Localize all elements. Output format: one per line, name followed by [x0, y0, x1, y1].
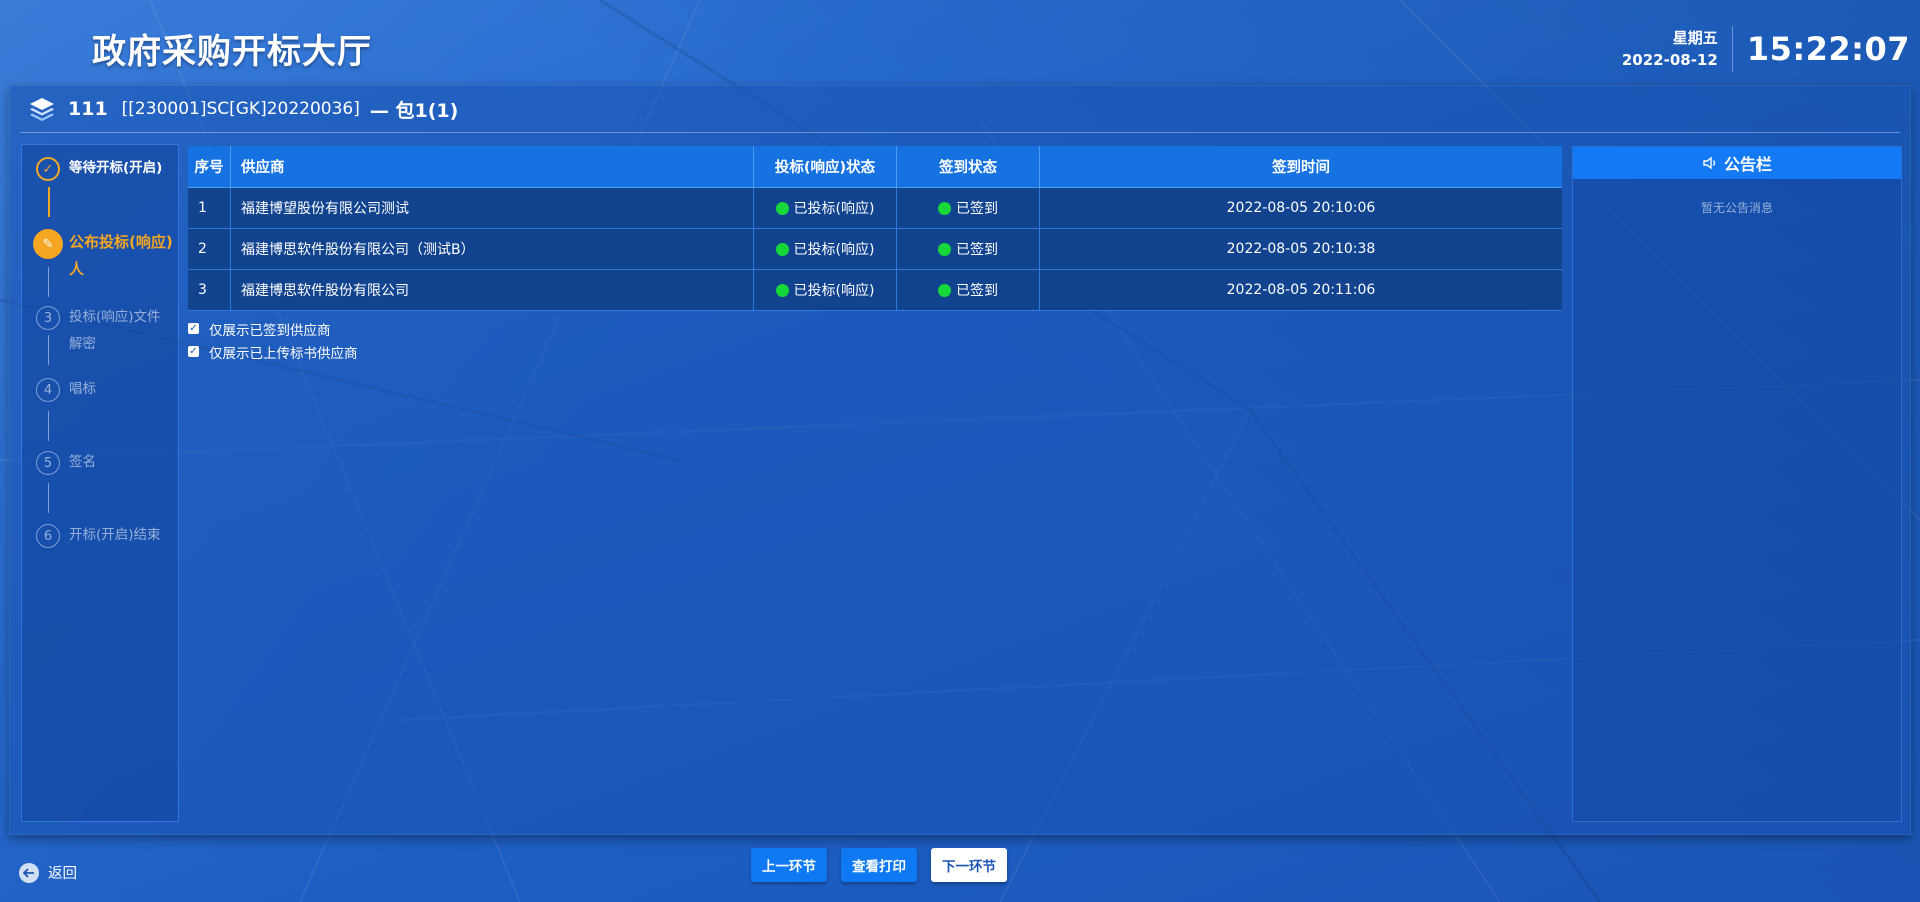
status-dot-icon	[775, 284, 789, 297]
step-sidebar: ✓ 等待开标(开启) ✎ 公布投标(响应)人 3 投标(响应)文件解密 4 唱标…	[21, 144, 179, 822]
supplier-table-section: 序号 供应商 投标(响应)状态 签到状态 签到时间 1 福建博望股份有限公司测试…	[188, 146, 1562, 363]
status-dot-icon	[775, 202, 789, 215]
project-code: [[230001]SC[GK]20220036]	[121, 99, 360, 119]
back-button[interactable]: 返回	[19, 862, 77, 883]
signed-in-checkbox[interactable]: ✓	[188, 323, 199, 334]
header-no: 序号	[188, 146, 231, 188]
project-bar: 111 [[230001]SC[GK]20220036] — 包1(1)	[20, 86, 1900, 133]
status-dot-icon	[938, 202, 951, 215]
step-number: 4	[36, 378, 60, 402]
step-number: 5	[36, 451, 60, 475]
header-signin-time: 签到时间	[1039, 146, 1562, 188]
step-number: 6	[36, 524, 60, 548]
cell-supplier: 福建博思软件股份有限公司（测试B）	[230, 228, 754, 270]
notice-board: 公告栏 暂无公告消息	[1572, 146, 1902, 822]
cell-signin-time: 2022-08-05 20:10:38	[1039, 228, 1562, 270]
cell-signin-time: 2022-08-05 20:10:06	[1039, 187, 1562, 229]
step-connector	[48, 335, 49, 365]
header-supplier: 供应商	[230, 146, 754, 188]
signin-status-text: 已签到	[956, 242, 998, 258]
cell-supplier: 福建博望股份有限公司测试	[230, 187, 754, 229]
step-label: 签名	[69, 454, 96, 470]
notice-header: 公告栏	[1573, 147, 1901, 179]
signin-status-text: 已签到	[956, 283, 998, 299]
step-connector	[48, 187, 50, 217]
step-label: 投标(响应)文件解密	[69, 309, 161, 352]
cell-no: 1	[188, 187, 231, 229]
bid-status-text: 已投标(响应)	[793, 201, 875, 217]
table-row: 1 福建博望股份有限公司测试 已投标(响应) 已签到 2022-08-05 20…	[188, 187, 1562, 229]
table-row: 3 福建博思软件股份有限公司 已投标(响应) 已签到 2022-08-05 20…	[188, 269, 1562, 311]
cell-bid-status: 已投标(响应)	[753, 228, 897, 270]
cell-bid-status: 已投标(响应)	[753, 269, 897, 311]
header-bid-status: 投标(响应)状态	[753, 146, 897, 188]
signin-status-text: 已签到	[956, 201, 998, 217]
filter-uploaded[interactable]: ✓ 仅展示已上传标书供应商	[188, 340, 1562, 363]
main-panel: 111 [[230001]SC[GK]20220036] — 包1(1) ✓ 等…	[9, 85, 1911, 835]
project-id: 111	[68, 98, 108, 120]
step-connector	[48, 411, 49, 441]
table-header-row: 序号 供应商 投标(响应)状态 签到状态 签到时间	[188, 146, 1562, 188]
prev-step-button[interactable]: 上一环节	[751, 848, 827, 882]
layers-icon	[30, 98, 54, 121]
cell-signin-status: 已签到	[896, 187, 1040, 229]
supplier-table: 序号 供应商 投标(响应)状态 签到状态 签到时间 1 福建博望股份有限公司测试…	[188, 146, 1562, 311]
filter-options: ✓ 仅展示已签到供应商 ✓ 仅展示已上传标书供应商	[188, 317, 1562, 363]
bid-status-text: 已投标(响应)	[793, 283, 875, 299]
date-box: 星期五 2022-08-12	[1622, 27, 1718, 71]
clock: 星期五 2022-08-12 15:22:07	[1622, 26, 1910, 72]
cell-signin-status: 已签到	[896, 228, 1040, 270]
next-step-button[interactable]: 下一环节	[931, 848, 1007, 882]
notice-empty-text: 暂无公告消息	[1700, 201, 1773, 215]
step-label: 唱标	[69, 381, 96, 397]
bid-status-text: 已投标(响应)	[793, 242, 875, 258]
cell-no: 3	[188, 269, 231, 311]
step-navigation: 上一环节 查看打印 下一环节	[751, 848, 1021, 882]
cell-supplier: 福建博思软件股份有限公司	[230, 269, 754, 311]
table-row: 2 福建博思软件股份有限公司（测试B） 已投标(响应) 已签到 2022-08-…	[188, 228, 1562, 270]
step-number: 3	[36, 306, 60, 330]
filter-signed-in[interactable]: ✓ 仅展示已签到供应商	[188, 317, 1562, 340]
status-dot-icon	[938, 243, 951, 256]
step-label: 开标(开启)结束	[69, 527, 161, 543]
time: 15:22:07	[1746, 30, 1910, 68]
status-dot-icon	[775, 243, 789, 256]
date: 2022-08-12	[1621, 51, 1718, 69]
filter-label: 仅展示已签到供应商	[209, 322, 331, 339]
notice-title: 公告栏	[1723, 155, 1772, 174]
speaker-icon	[1703, 156, 1716, 170]
pen-icon: ✎	[33, 229, 63, 259]
weekday: 星期五	[1672, 29, 1718, 47]
cell-signin-status: 已签到	[896, 269, 1040, 311]
project-package: — 包1(1)	[369, 99, 459, 122]
print-button[interactable]: 查看打印	[841, 848, 917, 882]
check-icon: ✓	[36, 157, 60, 181]
filter-label: 仅展示已上传标书供应商	[209, 345, 358, 362]
uploaded-checkbox[interactable]: ✓	[188, 346, 199, 357]
app-title: 政府采购开标大厅	[92, 32, 372, 72]
clock-divider	[1731, 26, 1733, 72]
back-label: 返回	[48, 866, 77, 882]
step-label: 等待开标(开启)	[69, 160, 163, 176]
step-connector	[48, 483, 49, 513]
cell-no: 2	[188, 228, 231, 270]
header-signin-status: 签到状态	[896, 146, 1040, 188]
cell-signin-time: 2022-08-05 20:11:06	[1039, 269, 1562, 311]
step-label: 公布投标(响应)人	[69, 233, 173, 278]
step-connector	[48, 267, 49, 297]
cell-bid-status: 已投标(响应)	[753, 187, 897, 229]
status-dot-icon	[938, 284, 951, 297]
back-arrow-icon	[19, 862, 39, 883]
